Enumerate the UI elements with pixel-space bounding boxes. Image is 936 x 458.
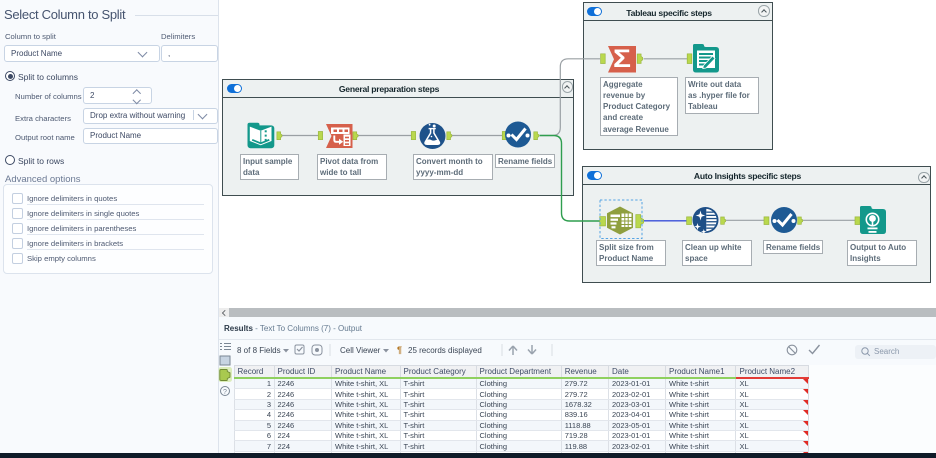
svg-text:?: ? (223, 389, 227, 396)
svg-text:¶: ¶ (397, 345, 402, 355)
